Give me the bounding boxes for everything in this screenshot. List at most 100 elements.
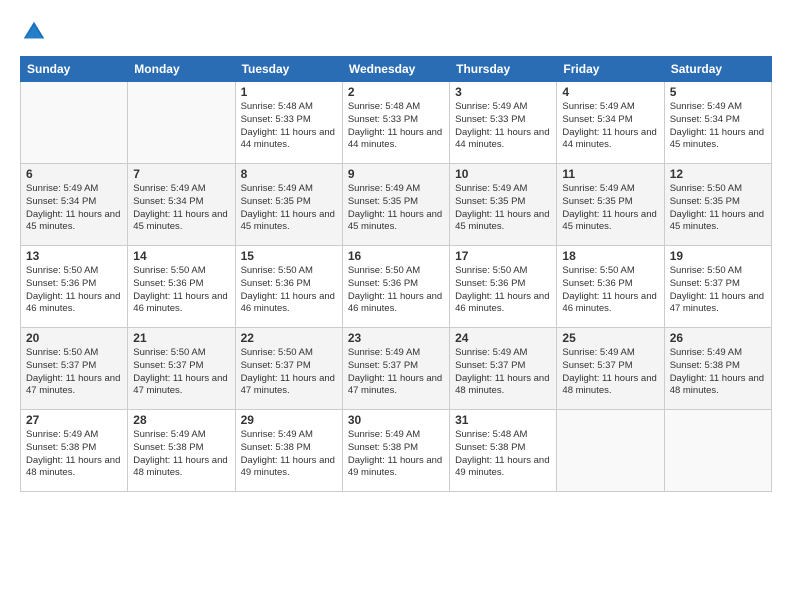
day-number: 16 <box>348 249 444 263</box>
day-number: 18 <box>562 249 658 263</box>
calendar-cell: 10 Sunrise: 5:49 AMSunset: 5:35 PMDayligh… <box>450 164 557 246</box>
header <box>20 18 772 46</box>
cell-info: Sunrise: 5:49 AMSunset: 5:38 PMDaylight:… <box>348 429 444 480</box>
day-number: 7 <box>133 167 229 181</box>
calendar-cell: 23Sunrise: 5:49 AMSunset: 5:37 PMDayligh… <box>342 328 449 410</box>
day-number: 17 <box>455 249 551 263</box>
day-number: 23 <box>348 331 444 345</box>
day-number: 2 <box>348 85 444 99</box>
calendar-cell: 16 Sunrise: 5:50 AMSunset: 5:36 PMDayligh… <box>342 246 449 328</box>
calendar-cell: 18 Sunrise: 5:50 AMSunset: 5:36 PMDayligh… <box>557 246 664 328</box>
calendar-cell: 4 Sunrise: 5:49 AMSunset: 5:34 PMDaylight… <box>557 82 664 164</box>
cell-info: Sunrise: 5:48 AMSunset: 5:33 PMDaylight:… <box>241 101 337 152</box>
cell-info: Sunrise: 5:50 AMSunset: 5:35 PMDaylight:… <box>670 183 766 234</box>
cell-info: Sunrise: 5:50 AMSunset: 5:36 PMDaylight:… <box>562 265 658 316</box>
cell-info: Sunrise: 5:50 AMSunset: 5:37 PMDaylight:… <box>241 347 337 398</box>
calendar-cell <box>128 82 235 164</box>
day-number: 25 <box>562 331 658 345</box>
weekday-header-monday: Monday <box>128 57 235 82</box>
weekday-header-wednesday: Wednesday <box>342 57 449 82</box>
day-number: 12 <box>670 167 766 181</box>
calendar-cell <box>21 82 128 164</box>
calendar-cell: 9Sunrise: 5:49 AMSunset: 5:35 PMDaylight… <box>342 164 449 246</box>
day-number: 28 <box>133 413 229 427</box>
cell-info: Sunrise: 5:50 AMSunset: 5:36 PMDaylight:… <box>348 265 444 316</box>
day-number: 1 <box>241 85 337 99</box>
week-row-3: 20 Sunrise: 5:50 AMSunset: 5:37 PMDayligh… <box>21 328 772 410</box>
calendar-cell <box>557 410 664 492</box>
day-number: 3 <box>455 85 551 99</box>
day-number: 20 <box>26 331 122 345</box>
cell-info: Sunrise: 5:49 AMSunset: 5:38 PMDaylight:… <box>670 347 766 398</box>
calendar: SundayMondayTuesdayWednesdayThursdayFrid… <box>20 56 772 492</box>
page: SundayMondayTuesdayWednesdayThursdayFrid… <box>0 0 792 612</box>
calendar-cell: 15Sunrise: 5:50 AMSunset: 5:36 PMDayligh… <box>235 246 342 328</box>
day-number: 5 <box>670 85 766 99</box>
calendar-cell: 12 Sunrise: 5:50 AMSunset: 5:35 PMDayligh… <box>664 164 771 246</box>
day-number: 15 <box>241 249 337 263</box>
cell-info: Sunrise: 5:49 AMSunset: 5:37 PMDaylight:… <box>455 347 551 398</box>
week-row-0: 1 Sunrise: 5:48 AMSunset: 5:33 PMDaylight… <box>21 82 772 164</box>
cell-info: Sunrise: 5:50 AMSunset: 5:36 PMDaylight:… <box>455 265 551 316</box>
cell-info: Sunrise: 5:48 AMSunset: 5:38 PMDaylight:… <box>455 429 551 480</box>
cell-info: Sunrise: 5:48 AMSunset: 5:33 PMDaylight:… <box>348 101 444 152</box>
calendar-cell: 5 Sunrise: 5:49 AMSunset: 5:34 PMDaylight… <box>664 82 771 164</box>
logo-icon <box>20 18 48 46</box>
weekday-header-sunday: Sunday <box>21 57 128 82</box>
cell-info: Sunrise: 5:50 AMSunset: 5:37 PMDaylight:… <box>26 347 122 398</box>
cell-info: Sunrise: 5:49 AMSunset: 5:34 PMDaylight:… <box>26 183 122 234</box>
calendar-cell: 27Sunrise: 5:49 AMSunset: 5:38 PMDayligh… <box>21 410 128 492</box>
calendar-cell: 20 Sunrise: 5:50 AMSunset: 5:37 PMDayligh… <box>21 328 128 410</box>
cell-info: Sunrise: 5:49 AMSunset: 5:35 PMDaylight:… <box>241 183 337 234</box>
weekday-header-thursday: Thursday <box>450 57 557 82</box>
day-number: 11 <box>562 167 658 181</box>
calendar-cell: 2 Sunrise: 5:48 AMSunset: 5:33 PMDaylight… <box>342 82 449 164</box>
day-number: 8 <box>241 167 337 181</box>
day-number: 24 <box>455 331 551 345</box>
cell-info: Sunrise: 5:49 AMSunset: 5:35 PMDaylight:… <box>455 183 551 234</box>
cell-info: Sunrise: 5:49 AMSunset: 5:33 PMDaylight:… <box>455 101 551 152</box>
calendar-cell <box>664 410 771 492</box>
day-number: 10 <box>455 167 551 181</box>
day-number: 31 <box>455 413 551 427</box>
calendar-cell: 25 Sunrise: 5:49 AMSunset: 5:37 PMDayligh… <box>557 328 664 410</box>
cell-info: Sunrise: 5:49 AMSunset: 5:34 PMDaylight:… <box>562 101 658 152</box>
day-number: 19 <box>670 249 766 263</box>
calendar-cell: 8 Sunrise: 5:49 AMSunset: 5:35 PMDaylight… <box>235 164 342 246</box>
week-row-1: 6Sunrise: 5:49 AMSunset: 5:34 PMDaylight… <box>21 164 772 246</box>
cell-info: Sunrise: 5:49 AMSunset: 5:38 PMDaylight:… <box>26 429 122 480</box>
cell-info: Sunrise: 5:50 AMSunset: 5:36 PMDaylight:… <box>133 265 229 316</box>
calendar-cell: 6Sunrise: 5:49 AMSunset: 5:34 PMDaylight… <box>21 164 128 246</box>
calendar-cell: 30 Sunrise: 5:49 AMSunset: 5:38 PMDayligh… <box>342 410 449 492</box>
day-number: 22 <box>241 331 337 345</box>
calendar-cell: 19 Sunrise: 5:50 AMSunset: 5:37 PMDayligh… <box>664 246 771 328</box>
calendar-cell: 1 Sunrise: 5:48 AMSunset: 5:33 PMDaylight… <box>235 82 342 164</box>
day-number: 26 <box>670 331 766 345</box>
calendar-cell: 17 Sunrise: 5:50 AMSunset: 5:36 PMDayligh… <box>450 246 557 328</box>
calendar-cell: 26 Sunrise: 5:49 AMSunset: 5:38 PMDayligh… <box>664 328 771 410</box>
week-row-4: 27Sunrise: 5:49 AMSunset: 5:38 PMDayligh… <box>21 410 772 492</box>
cell-info: Sunrise: 5:49 AMSunset: 5:35 PMDaylight:… <box>562 183 658 234</box>
calendar-cell: 14 Sunrise: 5:50 AMSunset: 5:36 PMDayligh… <box>128 246 235 328</box>
cell-info: Sunrise: 5:49 AMSunset: 5:38 PMDaylight:… <box>241 429 337 480</box>
cell-info: Sunrise: 5:50 AMSunset: 5:36 PMDaylight:… <box>26 265 122 316</box>
cell-info: Sunrise: 5:49 AMSunset: 5:34 PMDaylight:… <box>133 183 229 234</box>
calendar-cell: 13 Sunrise: 5:50 AMSunset: 5:36 PMDayligh… <box>21 246 128 328</box>
cell-info: Sunrise: 5:49 AMSunset: 5:37 PMDaylight:… <box>562 347 658 398</box>
weekday-header-tuesday: Tuesday <box>235 57 342 82</box>
calendar-cell: 7 Sunrise: 5:49 AMSunset: 5:34 PMDaylight… <box>128 164 235 246</box>
weekday-header-saturday: Saturday <box>664 57 771 82</box>
week-row-2: 13 Sunrise: 5:50 AMSunset: 5:36 PMDayligh… <box>21 246 772 328</box>
calendar-cell: 24 Sunrise: 5:49 AMSunset: 5:37 PMDayligh… <box>450 328 557 410</box>
weekday-header-row: SundayMondayTuesdayWednesdayThursdayFrid… <box>21 57 772 82</box>
cell-info: Sunrise: 5:49 AMSunset: 5:34 PMDaylight:… <box>670 101 766 152</box>
day-number: 4 <box>562 85 658 99</box>
day-number: 30 <box>348 413 444 427</box>
day-number: 21 <box>133 331 229 345</box>
day-number: 14 <box>133 249 229 263</box>
day-number: 9 <box>348 167 444 181</box>
cell-info: Sunrise: 5:49 AMSunset: 5:38 PMDaylight:… <box>133 429 229 480</box>
cell-info: Sunrise: 5:50 AMSunset: 5:37 PMDaylight:… <box>670 265 766 316</box>
day-number: 29 <box>241 413 337 427</box>
day-number: 13 <box>26 249 122 263</box>
